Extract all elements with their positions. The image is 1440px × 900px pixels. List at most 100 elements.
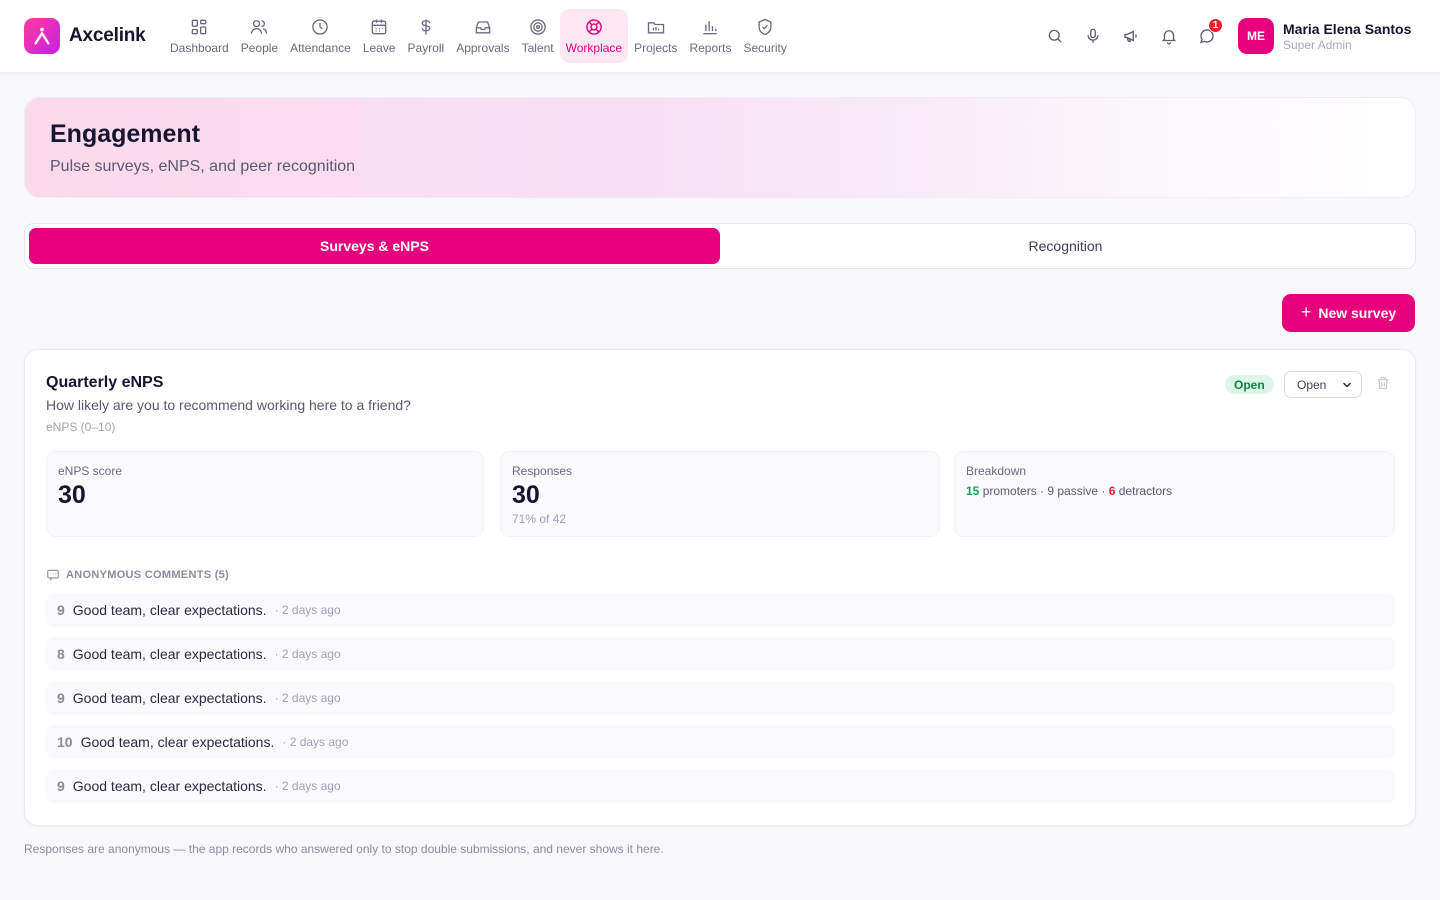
list-item: 9 Good team, clear expectations. · 2 day… <box>46 593 1395 627</box>
dashboard-icon <box>192 19 207 35</box>
search-button[interactable] <box>1036 18 1074 54</box>
search-icon <box>1048 29 1062 43</box>
tab-recognition[interactable]: Recognition <box>720 228 1411 264</box>
page-header: Engagement Pulse surveys, eNPS, and peer… <box>24 97 1416 198</box>
list-item: 9 Good team, clear expectations. · 2 day… <box>46 681 1395 715</box>
survey-title: Quarterly eNPS <box>46 374 164 391</box>
nav-item-leave[interactable]: Leave <box>357 9 402 63</box>
clock-icon <box>312 19 329 35</box>
brand[interactable]: Axcelink <box>24 18 146 54</box>
calendar-icon <box>371 19 387 35</box>
nav-item-label: Payroll <box>407 41 445 55</box>
comment-score: 8 <box>57 646 65 662</box>
survey-question: How likely are you to recommend working … <box>46 397 411 413</box>
nav-item-label: Leave <box>362 41 396 55</box>
nav-item-label: Talent <box>521 41 554 55</box>
comment-text: Good team, clear expectations. <box>72 646 267 662</box>
target-icon <box>529 19 546 35</box>
promoters-label: promoters · <box>979 484 1048 498</box>
stat-value: 30 <box>512 481 540 509</box>
nav-item-dashboard[interactable]: Dashboard <box>164 9 235 63</box>
comment-time: · 2 days ago <box>274 691 341 705</box>
messages-button[interactable]: 1 <box>1188 18 1226 54</box>
nav-item-label: Approvals <box>456 41 510 55</box>
projects-icon <box>647 22 664 34</box>
list-item: 8 Good team, clear expectations. · 2 day… <box>46 637 1395 671</box>
comment-time: · 2 days ago <box>274 779 341 793</box>
nav-item-label: Projects <box>634 41 678 55</box>
comments-header: ANONYMOUS COMMENTS (5) <box>46 568 229 582</box>
main-nav: Dashboard People Attendance Leave Payrol… <box>164 9 793 63</box>
announcements-button[interactable] <box>1112 18 1150 54</box>
shield-icon <box>758 18 772 36</box>
nav-item-projects[interactable]: Projects <box>628 9 683 63</box>
new-survey-button[interactable]: + New survey <box>1282 294 1415 332</box>
plus-icon: + <box>1300 301 1312 322</box>
trash-icon[interactable] <box>1375 375 1391 391</box>
top-navigation-bar: Axcelink Dashboard People Attendance Lea… <box>0 0 1440 72</box>
stat-label: eNPS score <box>58 464 123 478</box>
comment-time: · 2 days ago <box>282 735 349 749</box>
tab-surveys-enps[interactable]: Surveys & eNPS <box>29 228 720 264</box>
status-badge: Open <box>1225 375 1274 394</box>
stat-breakdown: Breakdown 15 promoters · 9 passive · 6 d… <box>954 451 1395 537</box>
lifebuoy-icon <box>586 19 602 35</box>
voice-button[interactable] <box>1074 18 1112 54</box>
anonymity-footnote: Responses are anonymous — the app record… <box>24 842 664 856</box>
nav-item-label: Reports <box>689 41 732 55</box>
list-item: 9 Good team, clear expectations. · 2 day… <box>46 769 1395 803</box>
nav-item-payroll[interactable]: Payroll <box>402 9 451 63</box>
app-name: Axcelink <box>69 25 146 46</box>
nav-item-reports[interactable]: Reports <box>683 9 737 63</box>
stat-responses: Responses 30 71% of 42 <box>500 451 940 537</box>
comment-score: 10 <box>57 734 73 750</box>
nav-item-label: Attendance <box>290 41 351 55</box>
user-menu[interactable]: ME Maria Elena Santos Super Admin <box>1238 18 1411 54</box>
stat-value: 30 <box>58 481 86 509</box>
messages-count-badge: 1 <box>1208 18 1223 33</box>
comment-icon <box>47 569 59 581</box>
status-select-value: Open <box>1297 377 1327 392</box>
nav-item-talent[interactable]: Talent <box>516 9 560 63</box>
comment-text: Good team, clear expectations. <box>72 602 267 618</box>
survey-card: Quarterly eNPS How likely are you to rec… <box>24 349 1416 826</box>
detractors-label: detractors <box>1115 484 1173 498</box>
new-survey-label: New survey <box>1318 305 1397 321</box>
user-role: Super Admin <box>1283 37 1352 52</box>
app-logo-icon <box>24 18 60 54</box>
comment-text: Good team, clear expectations. <box>72 690 267 706</box>
passive-text: 9 passive · <box>1047 484 1109 498</box>
stat-subtext: 71% of 42 <box>512 512 567 526</box>
bell-icon <box>1162 30 1176 45</box>
comment-time: · 2 days ago <box>274 647 341 661</box>
comment-score: 9 <box>57 690 65 706</box>
survey-type: eNPS (0–10) <box>46 420 116 434</box>
people-icon <box>251 20 268 34</box>
nav-item-label: Workplace <box>565 41 623 55</box>
bar-chart-icon <box>703 21 718 35</box>
nav-item-approvals[interactable]: Approvals <box>450 9 515 63</box>
stat-enps-score: eNPS score 30 <box>46 451 484 537</box>
notifications-button[interactable] <box>1150 18 1188 54</box>
page-title: Engagement <box>50 120 201 148</box>
nav-item-label: Dashboard <box>170 41 229 55</box>
comment-text: Good team, clear expectations. <box>80 734 275 750</box>
header-tools: 1 <box>1036 18 1226 54</box>
inbox-icon <box>475 21 491 34</box>
comment-text: Good team, clear expectations. <box>72 778 267 794</box>
nav-item-label: People <box>240 41 279 55</box>
status-select[interactable]: Open <box>1284 371 1362 398</box>
stat-label: Responses <box>512 464 573 478</box>
tab-bar: Surveys & eNPS Recognition <box>24 223 1416 269</box>
comment-score: 9 <box>57 602 65 618</box>
breakdown-text: 15 promoters · 9 passive · 6 detractors <box>966 484 1172 498</box>
comment-score: 9 <box>57 778 65 794</box>
comments-header-label: ANONYMOUS COMMENTS (5) <box>66 569 230 581</box>
nav-item-workplace[interactable]: Workplace <box>559 9 629 63</box>
nav-item-attendance[interactable]: Attendance <box>284 9 357 63</box>
nav-item-security[interactable]: Security <box>737 9 792 63</box>
nav-item-people[interactable]: People <box>235 9 284 63</box>
avatar: ME <box>1238 18 1274 54</box>
comment-time: · 2 days ago <box>274 603 341 617</box>
microphone-icon <box>1087 28 1099 43</box>
